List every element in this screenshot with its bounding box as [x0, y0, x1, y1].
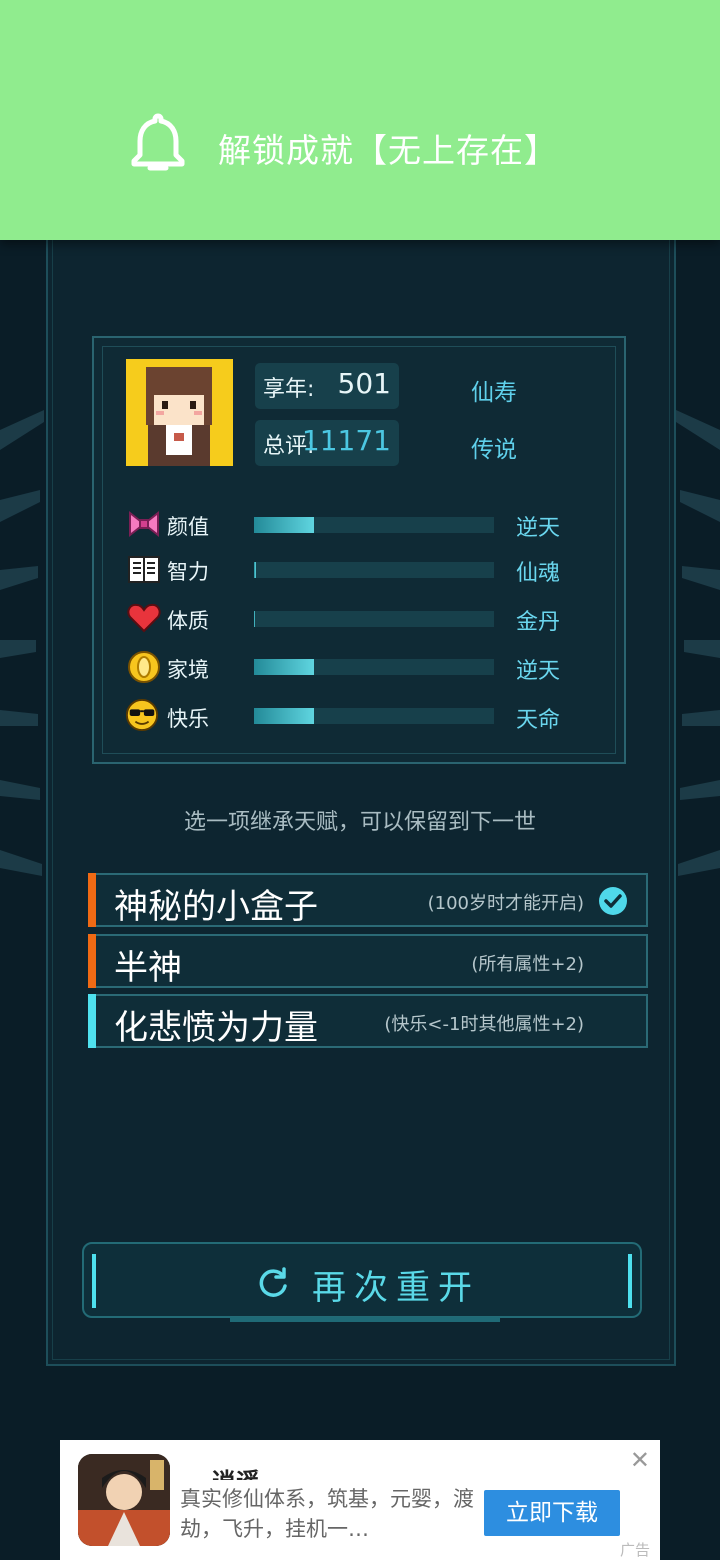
ad-app-icon[interactable] [78, 1454, 170, 1546]
talent-option-2[interactable]: 半神 (所有属性+2) [88, 934, 648, 988]
achievement-notification[interactable]: 解锁成就【无上存在】 [0, 0, 720, 240]
talent-desc: (所有属性+2) [471, 954, 584, 975]
book-icon [128, 556, 160, 583]
score-grade: 传说 [471, 437, 517, 463]
stat-name-happiness: 快乐 [167, 707, 209, 731]
ad-title: 逍遥 [212, 1462, 260, 1480]
stat-bar-family [254, 659, 494, 675]
stat-bar-happiness [254, 708, 494, 724]
talent-name: 神秘的小盒子 [114, 887, 318, 927]
score-pill: 总评: 11171 [255, 420, 399, 466]
stat-name-family: 家境 [167, 658, 209, 682]
stat-name-appearance: 颜值 [167, 515, 209, 539]
age-value: 501 [337, 367, 391, 400]
avatar [126, 359, 233, 466]
age-grade: 仙寿 [471, 380, 517, 406]
stat-grade-intelligence: 仙魂 [516, 561, 561, 586]
stat-bar-fill [254, 708, 314, 724]
talent-name: 化悲愤为力量 [114, 1008, 318, 1048]
restart-button[interactable]: 再次重开 [82, 1242, 642, 1322]
button-edge-left [92, 1254, 96, 1308]
stat-bar-appearance [254, 517, 494, 533]
talent-desc: (快乐<-1时其他属性+2) [384, 1014, 584, 1035]
sunglasses-face-icon [125, 698, 159, 732]
stat-bar-constitution [254, 611, 494, 627]
stat-name-intelligence: 智力 [167, 560, 209, 584]
age-label: 享年: [263, 377, 315, 402]
restart-label: 再次重开 [312, 1268, 480, 1308]
stat-bar-fill [254, 659, 314, 675]
inherit-hint: 选一项继承天赋，可以保留到下一世 [183, 810, 536, 835]
ad-tag: 广告 [619, 1541, 650, 1559]
stat-bar-fill [254, 562, 257, 578]
check-circle-icon [599, 887, 627, 915]
bow-icon [129, 510, 159, 538]
ad-download-button[interactable]: 立即下载 [484, 1490, 620, 1536]
button-edge-right [628, 1254, 632, 1308]
talent-desc: (100岁时才能开启) [427, 893, 584, 914]
score-value: 11171 [301, 424, 391, 457]
button-underline [230, 1317, 500, 1322]
close-icon[interactable]: ✕ [630, 1446, 650, 1474]
stat-bar-fill [254, 611, 256, 627]
talent-edge [88, 934, 96, 988]
talent-name: 半神 [114, 948, 182, 988]
bell-icon [131, 113, 185, 171]
talent-edge [88, 873, 96, 927]
talent-option-1[interactable]: 神秘的小盒子 (100岁时才能开启) [88, 873, 648, 927]
stat-grade-appearance: 逆天 [516, 516, 561, 541]
stat-name-constitution: 体质 [167, 609, 209, 633]
heart-icon [127, 603, 161, 633]
talent-edge [88, 994, 96, 1048]
stat-bar-intelligence [254, 562, 494, 578]
stat-grade-family: 逆天 [516, 659, 561, 684]
ad-banner[interactable]: 逍遥 真实修仙体系，筑基，元婴，渡劫，飞升，挂机一… 立即下载 ✕ 广告 [60, 1440, 660, 1560]
coin-icon [128, 651, 160, 683]
age-pill: 享年: 501 [255, 363, 399, 409]
stat-bar-fill [254, 517, 314, 533]
stat-grade-constitution: 金丹 [516, 610, 561, 635]
talent-option-3[interactable]: 化悲愤为力量 (快乐<-1时其他属性+2) [88, 994, 648, 1048]
notification-text: 解锁成就【无上存在】 [218, 131, 558, 170]
ad-description: 真实修仙体系，筑基，元婴，渡劫，飞升，挂机一… [180, 1487, 474, 1541]
refresh-icon [259, 1267, 287, 1297]
stat-grade-happiness: 天命 [516, 708, 561, 733]
